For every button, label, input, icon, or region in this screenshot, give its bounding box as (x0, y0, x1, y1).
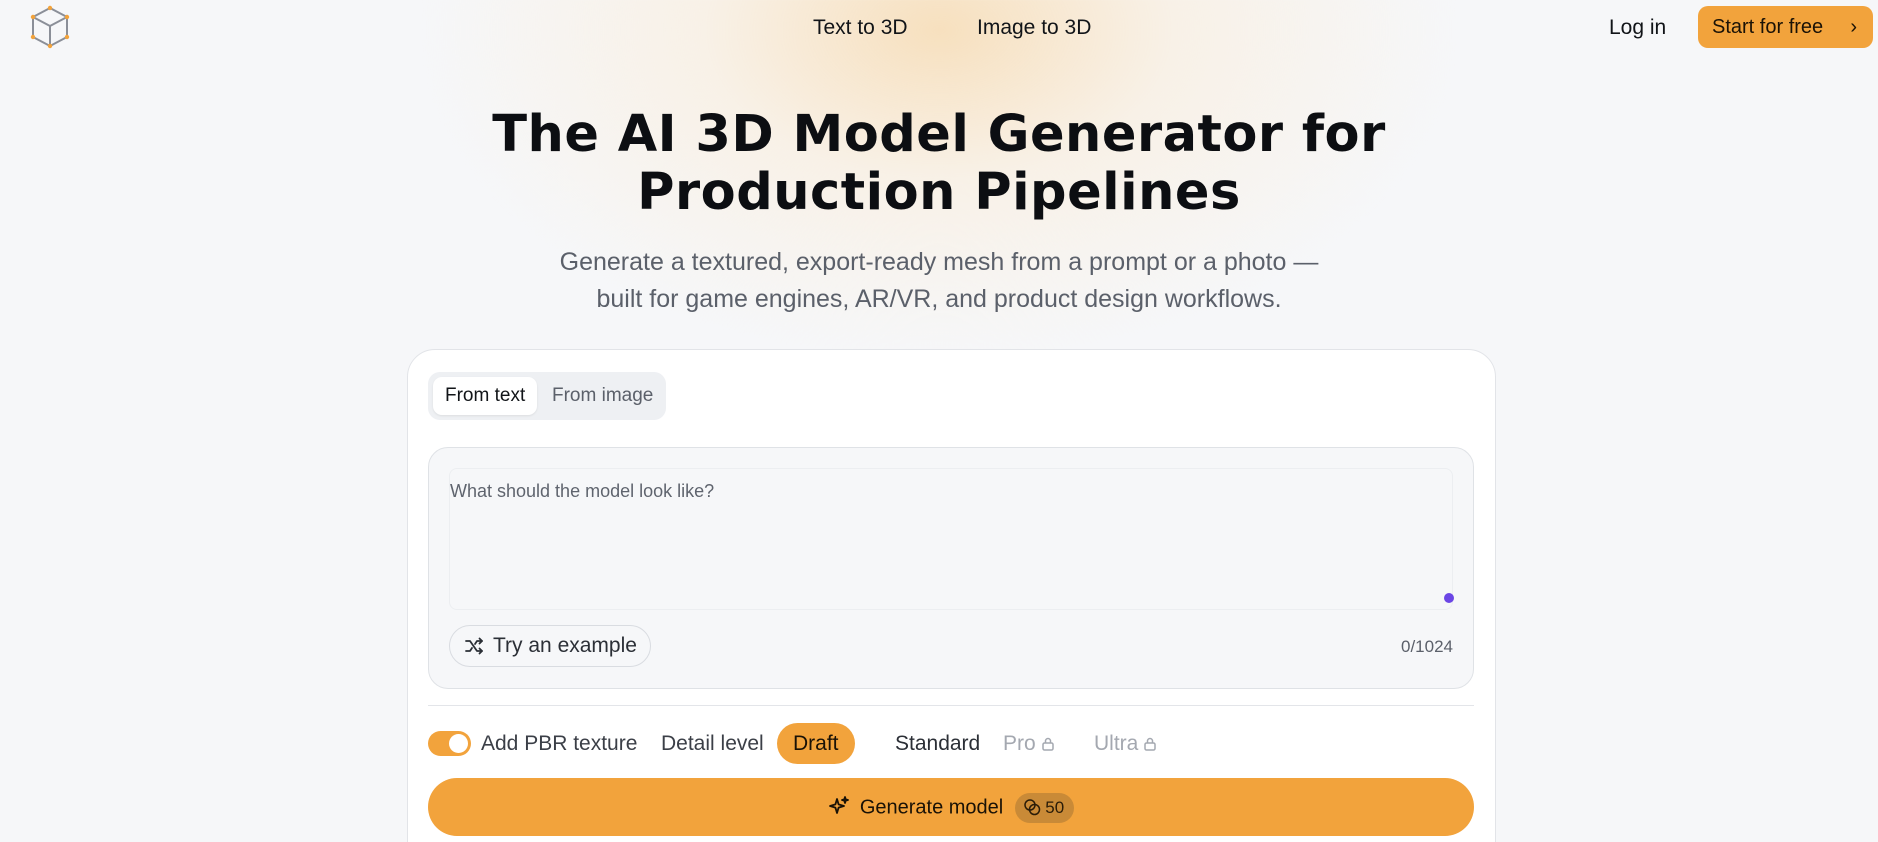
tab-from-image[interactable]: From image (540, 377, 665, 415)
page-subtitle: Generate a textured, export-ready mesh f… (0, 244, 1878, 318)
generation-options: Add PBR texture Detail level Draft Stand… (428, 723, 1474, 765)
detail-ultra-option[interactable]: Ultra (1078, 723, 1172, 764)
lock-icon (1041, 737, 1054, 751)
page-title-line-2: Production Pipelines (637, 163, 1241, 222)
page-title: The AI 3D Model Generator for Production… (0, 106, 1878, 222)
detail-draft-option[interactable]: Draft (777, 723, 855, 764)
page-subtitle-line-2: built for game engines, AR/VR, and produ… (596, 285, 1282, 313)
sparkles-icon (828, 796, 849, 814)
generate-model-button[interactable]: Generate model 50 (428, 778, 1474, 836)
detail-pro-option[interactable]: Pro (987, 723, 1070, 764)
try-example-button[interactable]: Try an example (449, 625, 651, 667)
char-counter: 0/1024 (1401, 637, 1453, 656)
login-link[interactable]: Log in (1609, 14, 1666, 42)
tab-from-text[interactable]: From text (433, 377, 538, 415)
nav-link-image-to-3d[interactable]: Image to 3D (977, 14, 1091, 42)
detail-level-label: Detail level (661, 732, 764, 755)
generate-model-label: Generate model (859, 796, 1004, 819)
detail-pro-label: Pro (1003, 732, 1036, 755)
prompt-panel: Try an example 0/1024 (428, 447, 1474, 689)
start-for-free-button[interactable]: Start for free › (1698, 6, 1873, 48)
coins-icon (1024, 798, 1041, 815)
shuffle-icon (465, 637, 483, 655)
prompt-input[interactable] (449, 468, 1453, 610)
detail-standard-option[interactable]: Standard (879, 723, 996, 764)
lock-icon (1144, 737, 1157, 751)
credit-cost-value: 50 (1045, 797, 1065, 817)
generator-card: From text From image Try an example 0/10… (407, 349, 1496, 842)
divider (428, 705, 1474, 706)
pbr-texture-toggle[interactable] (428, 731, 471, 756)
detail-ultra-label: Ultra (1094, 732, 1139, 755)
top-nav: Text to 3D Image to 3D Log in Start for … (0, 0, 1878, 56)
try-example-label: Try an example (493, 634, 637, 657)
toggle-knob (449, 734, 468, 753)
pbr-texture-label: Add PBR texture (481, 732, 638, 755)
cube-icon[interactable] (29, 5, 71, 49)
page-subtitle-line-1: Generate a textured, export-ready mesh f… (559, 248, 1319, 276)
start-for-free-label: Start for free (1712, 16, 1824, 38)
nav-link-text-to-3d[interactable]: Text to 3D (813, 14, 908, 42)
chevron-right-icon: › (1850, 16, 1857, 38)
page-title-line-1: The AI 3D Model Generator for (492, 105, 1386, 164)
status-dot (1444, 593, 1454, 603)
credit-cost-badge: 50 (1015, 792, 1075, 823)
generate-button-content: Generate model 50 (428, 778, 1474, 836)
input-mode-tabs: From text From image (428, 372, 666, 420)
